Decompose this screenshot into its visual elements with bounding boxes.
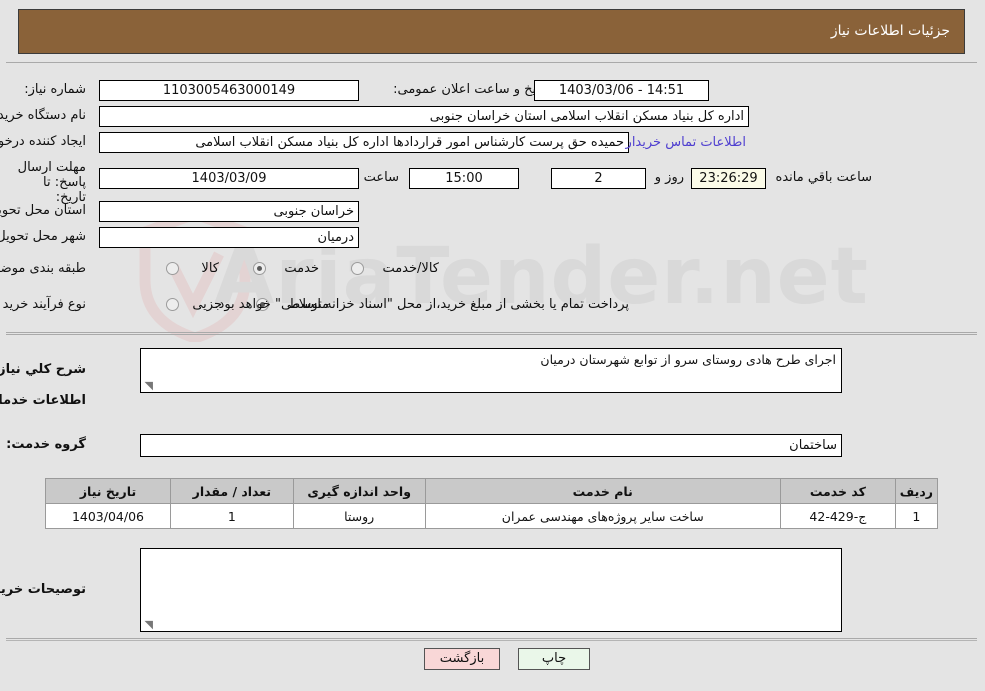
hour-label: ساعت — [364, 170, 400, 185]
days-label: روز و — [655, 170, 685, 185]
deadline-label: مهلت ارسال پاسخ: تا تاریخ: — [18, 160, 87, 205]
province-label: استان محل تحویل: — [0, 203, 87, 218]
payment-note: پرداخت تمام یا بخشی از مبلغ خرید،از محل … — [215, 297, 630, 312]
footer-divider — [7, 640, 978, 641]
th-date: تاریخ نیاز — [46, 478, 172, 504]
cell-row: 1 — [895, 503, 940, 529]
buyer-notes-label: توصیحات خریدار; — [0, 582, 87, 597]
creator-value: حمیده حق پرست کارشناس امور قراردادها ادا… — [100, 132, 630, 153]
th-unit: واحد اندازه گیری — [293, 478, 427, 504]
services-section-title: اطلاعات خدمات مورد نیاز — [0, 393, 87, 408]
announcement-value: 14:51 - 1403/03/06 — [535, 80, 710, 101]
th-row: ردیف — [895, 478, 940, 504]
radio-category-goods[interactable] — [167, 262, 180, 275]
remaining-label: ساعت باقي مانده — [776, 170, 873, 185]
creator-label: ایجاد کننده درخواست: — [0, 134, 87, 149]
page-title: جزئیات اطلاعات نیاز — [831, 23, 951, 39]
buyer-contact-link[interactable]: اطلاعات تماس خریدار — [627, 135, 747, 150]
th-name: نام خدمت — [425, 478, 782, 504]
city-label: شهر محل تحویل: — [0, 229, 87, 244]
need-number-value: 1103005463000149 — [100, 80, 360, 101]
cell-date: 1403/04/06 — [46, 503, 172, 529]
radio-category-goods-label: کالا — [202, 261, 220, 276]
window-title-bar: جزئیات اطلاعات نیاز — [19, 9, 966, 54]
description-textarea[interactable]: اجرای طرح هادی روستای سرو از توابع شهرست… — [141, 348, 843, 393]
city-value: درمیان — [100, 227, 360, 248]
cell-qty: 1 — [170, 503, 295, 529]
buyer-org-value: اداره کل بنیاد مسکن انقلاب اسلامی استان … — [100, 106, 750, 127]
announcement-label: تاریخ و ساعت اعلان عمومی: — [394, 82, 551, 97]
need-number-label: شماره نیاز: — [25, 82, 87, 97]
description-value: اجرای طرح هادی روستای سرو از توابع شهرست… — [541, 352, 837, 367]
buyer-notes-textarea[interactable]: ◥ — [141, 548, 843, 632]
resize-grip-icon[interactable]: ◥ — [144, 380, 154, 391]
need-info-panel — [7, 62, 978, 333]
cell-unit: روستا — [293, 503, 427, 529]
radio-category-goods-service-label: کالا/خدمت — [383, 261, 440, 276]
radio-process-minor[interactable] — [167, 298, 180, 311]
radio-category-goods-service[interactable] — [352, 262, 365, 275]
services-table: ردیف کد خدمت نام خدمت واحد اندازه گیری ت… — [46, 478, 940, 529]
deadline-date-value: 1403/03/09 — [100, 168, 360, 189]
table-row: 1 ج-429-42 ساخت سایر پروژه‌های مهندسی عم… — [46, 503, 940, 529]
process-label: نوع فرآیند خرید : — [0, 297, 87, 312]
radio-category-service[interactable] — [254, 262, 267, 275]
countdown-value: 23:26:29 — [692, 168, 767, 189]
radio-category-service-label: خدمت — [285, 261, 320, 276]
hour-value: 15:00 — [410, 168, 520, 189]
cell-name: ساخت سایر پروژه‌های مهندسی عمران — [425, 503, 782, 529]
service-group-label: گروه خدمت: — [7, 437, 87, 452]
description-label: شرح کلي نیاز: — [0, 362, 87, 377]
resize-grip-icon[interactable]: ◥ — [144, 619, 154, 630]
service-group-value: ساختمان — [141, 434, 843, 457]
print-button[interactable]: چاپ — [519, 648, 591, 670]
th-code: کد خدمت — [780, 478, 897, 504]
cell-code: ج-429-42 — [780, 503, 897, 529]
back-button[interactable]: بازگشت — [425, 648, 501, 670]
province-value: خراسان جنوبی — [100, 201, 360, 222]
category-label: طبقه بندی موضوعی: — [0, 261, 87, 276]
days-value: 2 — [552, 168, 647, 189]
table-header-row: ردیف کد خدمت نام خدمت واحد اندازه گیری ت… — [46, 478, 940, 504]
buyer-org-label: نام دستگاه خریدار: — [0, 108, 87, 123]
th-qty: تعداد / مقدار — [170, 478, 295, 504]
